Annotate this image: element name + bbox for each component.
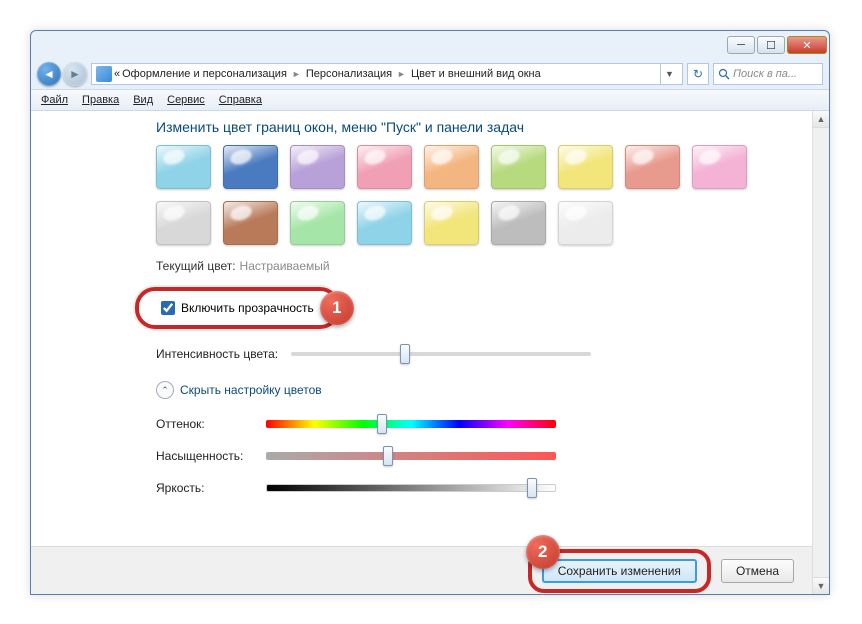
color-swatch[interactable]: [357, 201, 412, 245]
scroll-down-icon[interactable]: ▼: [813, 577, 829, 594]
color-swatch[interactable]: [156, 145, 211, 189]
cancel-button[interactable]: Отмена: [721, 559, 794, 583]
menu-help[interactable]: Справка: [219, 94, 262, 106]
saturation-row: Насыщенность:: [156, 449, 829, 463]
current-color-value: Настраиваемый: [240, 259, 330, 273]
slider-thumb[interactable]: [383, 446, 393, 466]
color-swatch[interactable]: [424, 145, 479, 189]
forward-button[interactable]: ►: [63, 62, 87, 86]
brightness-slider[interactable]: [266, 484, 556, 492]
menu-bar: Файл Правка Вид Сервис Справка: [31, 89, 829, 111]
current-color-row: Текущий цвет: Настраиваемый: [156, 259, 829, 273]
color-swatch[interactable]: [558, 145, 613, 189]
window: ─ ☐ ✕ ◄ ► « Оформление и персонализация …: [30, 30, 830, 595]
menu-file[interactable]: Файл: [41, 94, 68, 106]
breadcrumb-item[interactable]: Персонализация: [306, 68, 392, 80]
save-button[interactable]: Сохранить изменения: [542, 559, 697, 583]
hue-label: Оттенок:: [156, 417, 256, 431]
menu-tools[interactable]: Сервис: [167, 94, 205, 106]
footer: 2 Сохранить изменения Отмена: [31, 546, 812, 594]
color-swatch[interactable]: [491, 145, 546, 189]
hue-row: Оттенок:: [156, 417, 829, 431]
breadcrumb-dropdown[interactable]: ▼: [660, 63, 678, 85]
page-title: Изменить цвет границ окон, меню "Пуск" и…: [31, 119, 829, 145]
breadcrumb[interactable]: « Оформление и персонализация ► Персонал…: [91, 63, 683, 85]
breadcrumb-item[interactable]: Цвет и внешний вид окна: [411, 68, 541, 80]
maximize-button[interactable]: ☐: [757, 36, 785, 54]
slider-thumb[interactable]: [527, 478, 537, 498]
color-swatch[interactable]: [357, 145, 412, 189]
color-swatch[interactable]: [625, 145, 680, 189]
back-button[interactable]: ◄: [37, 62, 61, 86]
intensity-slider[interactable]: [291, 352, 591, 356]
color-swatch-grid: [156, 145, 766, 245]
chevron-up-icon: ⌃: [156, 381, 174, 399]
transparency-callout: Включить прозрачность 1: [135, 287, 340, 329]
intensity-row: Интенсивность цвета:: [156, 347, 829, 361]
color-swatch[interactable]: [223, 145, 278, 189]
current-color-label: Текущий цвет:: [156, 259, 236, 273]
color-swatch[interactable]: [424, 201, 479, 245]
nav-row: ◄ ► « Оформление и персонализация ► Перс…: [31, 59, 829, 89]
transparency-checkbox[interactable]: [161, 301, 175, 315]
hue-slider[interactable]: [266, 420, 556, 428]
brightness-row: Яркость:: [156, 481, 829, 495]
breadcrumb-item[interactable]: Оформление и персонализация: [122, 68, 287, 80]
breadcrumb-prefix: «: [114, 68, 120, 80]
annotation-badge-2: 2: [526, 535, 560, 569]
menu-view[interactable]: Вид: [133, 94, 153, 106]
color-swatch[interactable]: [290, 145, 345, 189]
save-callout: 2 Сохранить изменения: [528, 549, 711, 593]
saturation-slider[interactable]: [266, 452, 556, 460]
refresh-button[interactable]: ↻: [687, 63, 709, 85]
color-swatch[interactable]: [692, 145, 747, 189]
search-placeholder: Поиск в па...: [733, 68, 797, 80]
chevron-right-icon: ►: [289, 69, 304, 79]
hide-mixer-link[interactable]: ⌃ Скрыть настройку цветов: [156, 381, 829, 399]
menu-edit[interactable]: Правка: [82, 94, 119, 106]
transparency-label: Включить прозрачность: [181, 301, 314, 315]
content-area: ▲ ▼ Изменить цвет границ окон, меню "Пус…: [31, 111, 829, 594]
annotation-badge-1: 1: [320, 291, 354, 325]
color-swatch[interactable]: [491, 201, 546, 245]
color-swatch[interactable]: [156, 201, 211, 245]
color-swatch[interactable]: [223, 201, 278, 245]
slider-thumb[interactable]: [377, 414, 387, 434]
saturation-label: Насыщенность:: [156, 449, 256, 463]
intensity-label: Интенсивность цвета:: [156, 347, 281, 361]
chevron-right-icon: ►: [394, 69, 409, 79]
scrollbar[interactable]: ▲ ▼: [812, 111, 829, 594]
search-icon: [718, 68, 730, 80]
slider-thumb[interactable]: [400, 344, 410, 364]
search-input[interactable]: Поиск в па...: [713, 63, 823, 85]
close-button[interactable]: ✕: [787, 36, 827, 54]
control-panel-icon: [96, 66, 112, 82]
hide-mixer-label: Скрыть настройку цветов: [180, 383, 322, 397]
scroll-up-icon[interactable]: ▲: [813, 111, 829, 128]
color-swatch[interactable]: [558, 201, 613, 245]
titlebar: ─ ☐ ✕: [31, 31, 829, 59]
minimize-button[interactable]: ─: [727, 36, 755, 54]
brightness-label: Яркость:: [156, 481, 256, 495]
color-swatch[interactable]: [290, 201, 345, 245]
